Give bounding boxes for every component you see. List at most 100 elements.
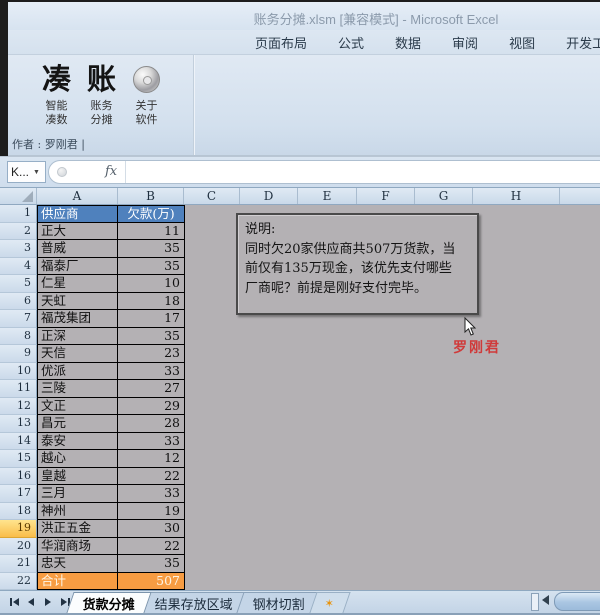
- cell-supplier[interactable]: 福泰厂: [37, 258, 118, 276]
- row-header[interactable]: 9: [0, 345, 37, 363]
- cell-amount[interactable]: 11: [118, 223, 185, 241]
- cell-supplier[interactable]: 泰安: [37, 433, 118, 451]
- cell-supplier[interactable]: 华润商场: [37, 538, 118, 556]
- cell-supplier[interactable]: 三月: [37, 485, 118, 503]
- column-header[interactable]: B: [118, 188, 184, 204]
- ribbon-tab[interactable]: 页面布局: [255, 33, 307, 52]
- cell-amount[interactable]: 33: [118, 485, 185, 503]
- cell-supplier[interactable]: 普威: [37, 240, 118, 258]
- cell-supplier[interactable]: 天虹: [37, 293, 118, 311]
- fx-icon[interactable]: fx: [105, 164, 117, 179]
- ribbon-tab[interactable]: 视图: [509, 33, 535, 52]
- column-header[interactable]: A: [37, 188, 118, 204]
- name-box-dropdown-icon[interactable]: ▼: [33, 169, 40, 176]
- column-header[interactable]: F: [357, 188, 415, 204]
- ribbon-tab[interactable]: 数据: [395, 33, 421, 52]
- row-header[interactable]: 20: [0, 538, 37, 556]
- insert-sheet-button[interactable]: ✶: [309, 592, 350, 613]
- cell-amount[interactable]: 22: [118, 538, 185, 556]
- formula-input[interactable]: [129, 164, 589, 180]
- cell-supplier[interactable]: 洪正五金: [37, 520, 118, 538]
- row-header[interactable]: 10: [0, 363, 37, 381]
- select-all-corner[interactable]: [0, 188, 37, 204]
- row-header[interactable]: 11: [0, 380, 37, 398]
- horizontal-scrollbar[interactable]: [554, 592, 600, 611]
- cell-supplier[interactable]: 天信: [37, 345, 118, 363]
- cell-supplier[interactable]: 合计: [37, 573, 118, 591]
- row-header[interactable]: 8: [0, 328, 37, 346]
- cell-amount[interactable]: 18: [118, 293, 185, 311]
- ribbon-tab[interactable]: 审阅: [452, 33, 478, 52]
- row-header[interactable]: 16: [0, 468, 37, 486]
- next-sheet-button[interactable]: [41, 595, 55, 610]
- row-header[interactable]: 6: [0, 293, 37, 311]
- cell-amount[interactable]: 35: [118, 555, 185, 573]
- row-header[interactable]: 1: [0, 205, 37, 223]
- cell-amount[interactable]: 29: [118, 398, 185, 416]
- cell-amount[interactable]: 30: [118, 520, 185, 538]
- tab-split-handle[interactable]: [531, 593, 539, 611]
- cell-amount[interactable]: 33: [118, 363, 185, 381]
- row-header[interactable]: 15: [0, 450, 37, 468]
- row-header[interactable]: 4: [0, 258, 37, 276]
- row-header[interactable]: 3: [0, 240, 37, 258]
- cell-supplier[interactable]: 正大: [37, 223, 118, 241]
- ribbon-tab[interactable]: 开发工具: [566, 33, 600, 52]
- row-header[interactable]: 13: [0, 415, 37, 433]
- about-software-button[interactable]: 关于 软件: [124, 59, 169, 133]
- cell-amount[interactable]: 欠款(万): [118, 205, 185, 223]
- cell-supplier[interactable]: 文正: [37, 398, 118, 416]
- cell-supplier[interactable]: 正深: [37, 328, 118, 346]
- cell-amount[interactable]: 35: [118, 258, 185, 276]
- cell-supplier[interactable]: 忠天: [37, 555, 118, 573]
- sheet-tab[interactable]: 结果存放区域: [138, 592, 249, 613]
- cell-supplier[interactable]: 福茂集团: [37, 310, 118, 328]
- row-header[interactable]: 2: [0, 223, 37, 241]
- account-allocation-button[interactable]: 账 账务 分摊: [79, 59, 124, 133]
- cell-amount[interactable]: 507: [118, 573, 185, 591]
- cell-supplier[interactable]: 越心: [37, 450, 118, 468]
- row-header[interactable]: 19: [0, 520, 37, 538]
- column-header[interactable]: E: [298, 188, 357, 204]
- row-header[interactable]: 14: [0, 433, 37, 451]
- row-header[interactable]: 12: [0, 398, 37, 416]
- cell-supplier[interactable]: 昌元: [37, 415, 118, 433]
- column-header[interactable]: G: [415, 188, 473, 204]
- sheet-tab[interactable]: 钢材切割: [236, 592, 321, 613]
- cell-supplier[interactable]: 三陵: [37, 380, 118, 398]
- cell-amount[interactable]: 23: [118, 345, 185, 363]
- scroll-left-icon[interactable]: [542, 595, 549, 605]
- cell-amount[interactable]: 12: [118, 450, 185, 468]
- row-header[interactable]: 5: [0, 275, 37, 293]
- cell-amount[interactable]: 19: [118, 503, 185, 521]
- cell-amount[interactable]: 27: [118, 380, 185, 398]
- cell-supplier[interactable]: 神州: [37, 503, 118, 521]
- cell-amount[interactable]: 22: [118, 468, 185, 486]
- cell-amount[interactable]: 17: [118, 310, 185, 328]
- cell-amount[interactable]: 10: [118, 275, 185, 293]
- cell-supplier[interactable]: 供应商: [37, 205, 118, 223]
- prev-sheet-button[interactable]: [24, 595, 38, 610]
- cell-supplier[interactable]: 仁星: [37, 275, 118, 293]
- name-box[interactable]: K... ▼: [7, 161, 46, 183]
- row-header[interactable]: 22: [0, 573, 37, 591]
- row-header[interactable]: 18: [0, 503, 37, 521]
- cell-supplier[interactable]: 皇越: [37, 468, 118, 486]
- column-header[interactable]: H: [473, 188, 560, 204]
- sheet-tab[interactable]: 货款分摊: [66, 592, 151, 613]
- row-header[interactable]: 7: [0, 310, 37, 328]
- row-header[interactable]: 17: [0, 485, 37, 503]
- cell-amount[interactable]: 33: [118, 433, 185, 451]
- column-header[interactable]: C: [184, 188, 240, 204]
- first-sheet-button[interactable]: [7, 595, 21, 610]
- column-header[interactable]: D: [240, 188, 298, 204]
- cell-amount[interactable]: 28: [118, 415, 185, 433]
- ribbon-tab[interactable]: 公式: [338, 33, 364, 52]
- note-textbox[interactable]: 说明:同时欠20家供应商共507万货款，当前仅有135万现金，该优先支付哪些厂商…: [236, 213, 479, 315]
- cell-supplier[interactable]: 优派: [37, 363, 118, 381]
- cell-amount[interactable]: 35: [118, 240, 185, 258]
- table-row: 18 神州 19: [0, 503, 185, 521]
- row-header[interactable]: 21: [0, 555, 37, 573]
- cell-amount[interactable]: 35: [118, 328, 185, 346]
- smart-sum-button[interactable]: 凑 智能 凑数: [34, 59, 79, 133]
